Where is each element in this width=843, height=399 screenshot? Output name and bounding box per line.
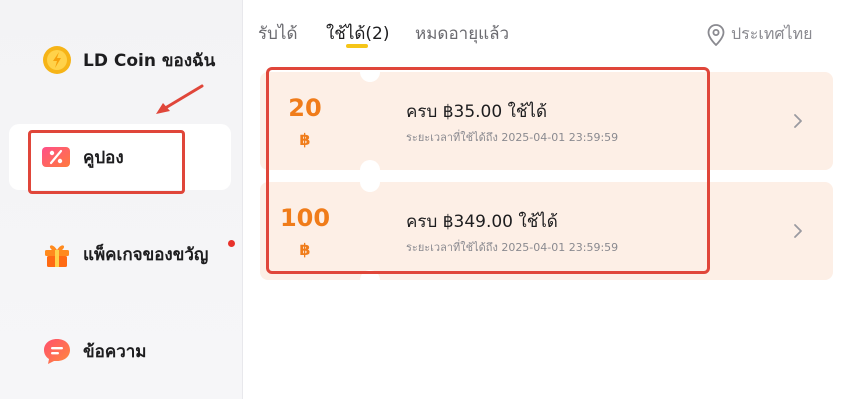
notification-dot	[228, 240, 235, 247]
coin-icon	[42, 45, 72, 75]
tab-claimable[interactable]: รับได้	[258, 20, 298, 47]
sidebar-item-label: LD Coin ของฉัน	[83, 50, 216, 71]
annotation-highlight-box	[28, 130, 185, 194]
active-tab-indicator	[346, 44, 368, 48]
chevron-right-icon[interactable]	[793, 113, 803, 129]
sidebar-item-messages[interactable]: ข้อความ	[0, 321, 243, 381]
location-pin-icon	[707, 23, 725, 46]
tab-expired[interactable]: หมดอายุแล้ว	[415, 20, 509, 47]
region-label: ประเทศไทย	[731, 24, 813, 43]
sidebar-item-gift-package[interactable]: แพ็คเกจของขวัญ	[0, 224, 243, 284]
gift-icon	[42, 239, 72, 269]
sidebar-item-label: แพ็คเกจของขวัญ	[83, 244, 209, 265]
sidebar-item-label: ข้อความ	[83, 341, 147, 362]
chevron-right-icon[interactable]	[793, 223, 803, 239]
message-icon	[42, 336, 72, 366]
annotation-highlight-box	[266, 67, 710, 274]
annotation-arrow-icon	[156, 84, 204, 114]
sidebar: LD Coin ของฉัน คูปอง แพ็คเกจของขวัญ ข้อค…	[0, 0, 243, 399]
tab-usable[interactable]: ใช้ได้(2)	[326, 20, 390, 47]
region-selector[interactable]: ประเทศไทย	[707, 22, 812, 47]
